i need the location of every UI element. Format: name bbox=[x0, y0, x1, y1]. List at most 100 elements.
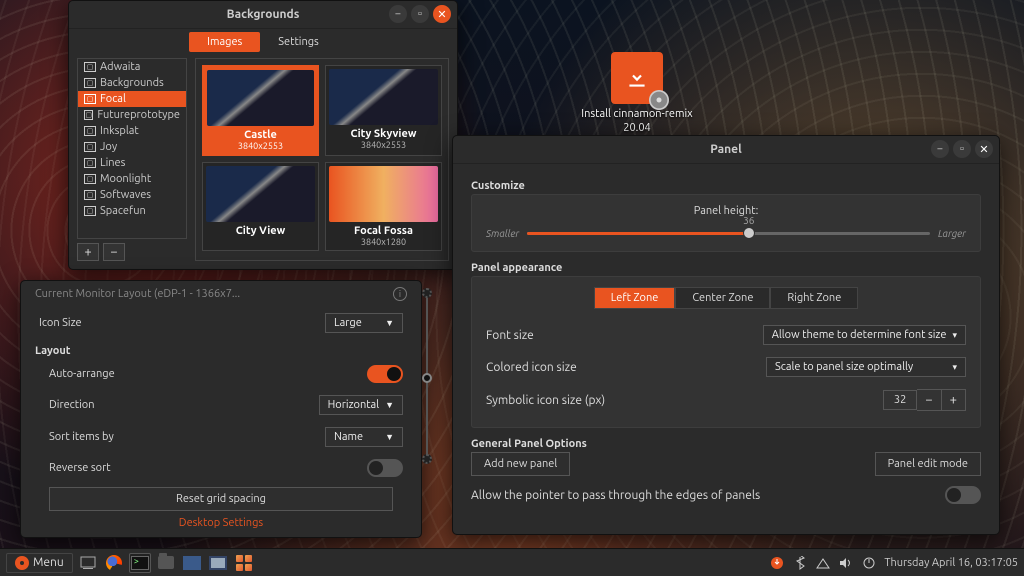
remove-folder-button[interactable]: − bbox=[103, 243, 125, 261]
layout-section-label: Layout bbox=[35, 345, 407, 357]
thumbnail-image bbox=[329, 166, 438, 222]
thumbnail-name: City Skyview bbox=[329, 128, 438, 140]
reset-grid-button[interactable]: Reset grid spacing bbox=[49, 487, 393, 511]
direction-select[interactable]: Horizontal▼ bbox=[319, 395, 403, 415]
thumbnail-image bbox=[207, 70, 314, 126]
panel-height-slider[interactable]: 36 bbox=[527, 225, 930, 241]
update-tray-icon[interactable] bbox=[769, 555, 785, 571]
firefox-launcher[interactable] bbox=[103, 553, 125, 573]
thumbnail-resolution: 3840x2553 bbox=[207, 141, 314, 151]
monitor-layout-header: Current Monitor Layout (eDP-1 - 1366x7..… bbox=[35, 288, 240, 300]
grid-spacing-slider[interactable] bbox=[415, 291, 439, 461]
folder-item[interactable]: ▢Inksplat bbox=[78, 123, 186, 139]
general-section: General Panel Options bbox=[471, 438, 981, 450]
folder-item[interactable]: ▢Softwaves bbox=[78, 187, 186, 203]
folder-icon: ▢ bbox=[84, 78, 96, 88]
minimize-button[interactable]: − bbox=[931, 140, 949, 158]
allow-pointer-toggle[interactable] bbox=[945, 486, 981, 504]
wallpaper-thumb[interactable]: City View bbox=[202, 162, 319, 251]
folder-item[interactable]: ▢Focal bbox=[78, 91, 186, 107]
show-desktop-button[interactable] bbox=[77, 553, 99, 573]
task-window-1[interactable] bbox=[181, 553, 203, 573]
folder-icon: ▢ bbox=[84, 174, 96, 184]
folder-item[interactable]: ▢Futureprototype bbox=[78, 107, 186, 123]
colored-icon-label: Colored icon size bbox=[486, 361, 577, 374]
wallpaper-thumb[interactable]: City Skyview3840x2553 bbox=[325, 65, 442, 156]
bottom-panel: Menu Thursday April 16, 03:17:05 bbox=[0, 548, 1024, 576]
folder-item[interactable]: ▢Spacefun bbox=[78, 203, 186, 219]
ubuntu-logo-icon bbox=[15, 556, 29, 570]
wallpaper-grid[interactable]: Castle3840x2553City Skyview3840x2553City… bbox=[195, 58, 449, 261]
caret-down-icon: ▼ bbox=[385, 318, 394, 328]
installer-desktop-icon[interactable]: Install cinnamon-remix 20.04 bbox=[572, 52, 702, 136]
folder-icon: ▢ bbox=[84, 110, 93, 120]
tab-images[interactable]: Images bbox=[189, 32, 260, 52]
minimize-button[interactable]: − bbox=[389, 5, 407, 23]
desktop-icon-label: Install cinnamon-remix 20.04 bbox=[572, 108, 702, 136]
sort-select[interactable]: Name▼ bbox=[325, 427, 403, 447]
folder-item[interactable]: ▢Moonlight bbox=[78, 171, 186, 187]
icon-size-label: Icon Size bbox=[39, 317, 82, 329]
panel-height-label: Panel height: bbox=[486, 205, 966, 217]
add-folder-button[interactable]: + bbox=[77, 243, 99, 261]
reverse-sort-toggle[interactable] bbox=[367, 459, 403, 477]
thumbnail-name: Focal Fossa bbox=[329, 225, 438, 237]
power-tray-icon[interactable] bbox=[861, 555, 877, 571]
folder-icon: ▢ bbox=[84, 206, 96, 216]
folder-item[interactable]: ▢Backgrounds bbox=[78, 75, 186, 91]
zone-left[interactable]: Left Zone bbox=[594, 287, 676, 309]
auto-arrange-toggle[interactable] bbox=[367, 365, 403, 383]
decrement-button[interactable]: − bbox=[917, 389, 941, 411]
panel-titlebar[interactable]: Panel − ▫ ✕ bbox=[453, 136, 999, 164]
menu-button[interactable]: Menu bbox=[6, 553, 73, 573]
zone-right[interactable]: Right Zone bbox=[770, 287, 858, 309]
font-size-label: Font size bbox=[486, 329, 534, 342]
sort-label: Sort items by bbox=[49, 431, 114, 443]
thumbnail-resolution: 3840x1280 bbox=[329, 237, 438, 247]
thumbnail-image bbox=[329, 69, 438, 125]
increment-button[interactable]: + bbox=[942, 389, 966, 411]
folder-item[interactable]: ▢Adwaita bbox=[78, 59, 186, 75]
task-window-3[interactable] bbox=[233, 553, 255, 573]
backgrounds-titlebar[interactable]: Backgrounds − ▫ ✕ bbox=[69, 1, 457, 29]
add-panel-button[interactable]: Add new panel bbox=[471, 452, 570, 476]
maximize-button[interactable]: ▫ bbox=[953, 140, 971, 158]
wallpaper-thumb[interactable]: Castle3840x2553 bbox=[202, 65, 319, 156]
folder-list[interactable]: ▢Adwaita▢Backgrounds▢Focal▢Futureprototy… bbox=[77, 58, 187, 239]
folder-item[interactable]: ▢Joy bbox=[78, 139, 186, 155]
bluetooth-tray-icon[interactable] bbox=[792, 555, 808, 571]
desktop-settings-link[interactable]: Desktop Settings bbox=[35, 511, 407, 529]
info-icon[interactable]: i bbox=[393, 287, 407, 301]
volume-tray-icon[interactable] bbox=[838, 555, 854, 571]
colored-icon-select[interactable]: Scale to panel size optimally▾ bbox=[766, 357, 966, 377]
network-tray-icon[interactable] bbox=[815, 555, 831, 571]
zone-center[interactable]: Center Zone bbox=[675, 287, 770, 309]
close-button[interactable]: ✕ bbox=[975, 140, 993, 158]
folder-icon: ▢ bbox=[84, 190, 96, 200]
window-title: Panel bbox=[710, 143, 741, 156]
backgrounds-window: Backgrounds − ▫ ✕ Images Settings ▢Adwai… bbox=[68, 0, 458, 270]
symbolic-icon-stepper[interactable]: 32 − + bbox=[883, 389, 966, 411]
folder-item[interactable]: ▢Lines bbox=[78, 155, 186, 171]
download-icon bbox=[624, 65, 650, 91]
folder-icon: ▢ bbox=[84, 126, 96, 136]
maximize-button[interactable]: ▫ bbox=[411, 5, 429, 23]
thumbnail-image bbox=[206, 166, 315, 222]
icon-size-select[interactable]: Large▼ bbox=[325, 313, 403, 333]
font-size-select[interactable]: Allow theme to determine font size▾ bbox=[763, 325, 966, 345]
smaller-label: Smaller bbox=[486, 228, 519, 239]
terminal-launcher[interactable] bbox=[129, 553, 151, 573]
clock[interactable]: Thursday April 16, 03:17:05 bbox=[884, 557, 1018, 569]
close-button[interactable]: ✕ bbox=[433, 5, 451, 23]
tab-settings[interactable]: Settings bbox=[260, 32, 337, 52]
reverse-sort-label: Reverse sort bbox=[49, 462, 111, 474]
files-launcher[interactable] bbox=[155, 553, 177, 573]
folder-icon: ▢ bbox=[84, 94, 96, 104]
task-window-2[interactable] bbox=[207, 553, 229, 573]
folder-icon: ▢ bbox=[84, 158, 96, 168]
wallpaper-thumb[interactable]: Focal Fossa3840x1280 bbox=[325, 162, 442, 251]
window-title: Backgrounds bbox=[227, 8, 300, 21]
allow-pointer-label: Allow the pointer to pass through the ed… bbox=[471, 489, 760, 502]
direction-label: Direction bbox=[49, 399, 95, 411]
panel-edit-mode-button[interactable]: Panel edit mode bbox=[875, 452, 981, 476]
